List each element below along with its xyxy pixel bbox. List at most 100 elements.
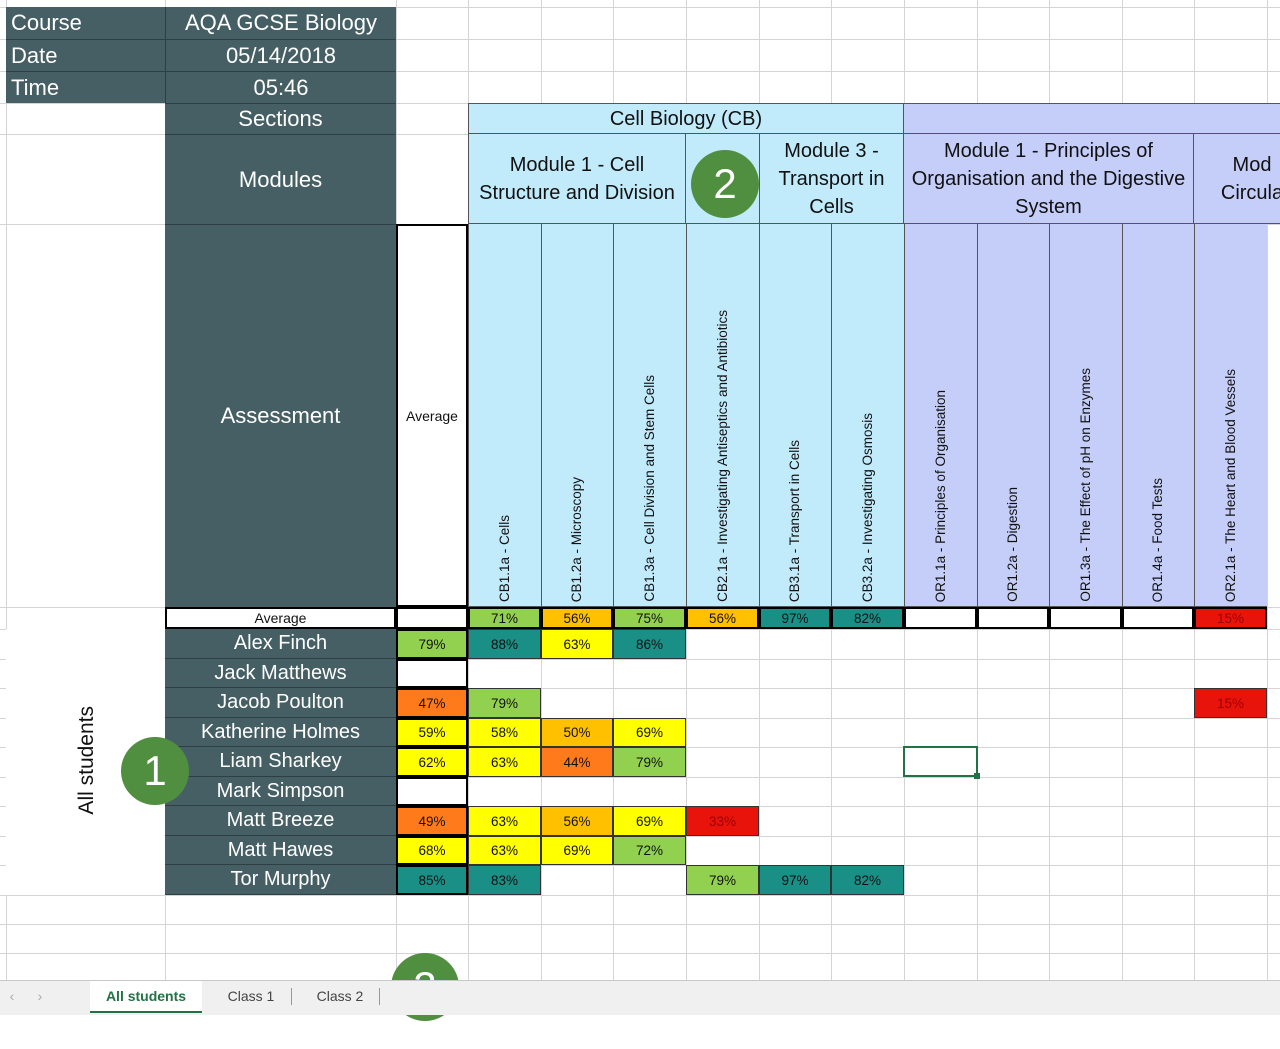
assessment-header-6: CB3.2a - Investigating Osmosis	[831, 224, 904, 607]
selected-cell[interactable]	[903, 746, 978, 777]
score-cell[interactable]: 72%	[613, 836, 686, 865]
score-cell[interactable]: 69%	[613, 718, 686, 747]
tab-class-1[interactable]: Class 1	[212, 981, 290, 1011]
column-average-cell[interactable]	[1049, 607, 1122, 629]
student-name: Mark Simpson	[165, 777, 396, 806]
modules-label: Modules	[165, 134, 396, 224]
module-or2: Mod Circula	[1194, 134, 1280, 224]
student-average-cell[interactable]	[396, 659, 468, 688]
assessment-header-text: OR1.4a - Food Tests	[1150, 477, 1165, 602]
column-average-cell[interactable]: 15%	[1194, 607, 1267, 629]
column-average-cell[interactable]	[904, 607, 977, 629]
score-cell[interactable]: 69%	[541, 836, 613, 865]
assessment-header-text: OR1.2a - Digestion	[1005, 487, 1020, 602]
grid-row-line	[0, 953, 1280, 954]
student-average-cell[interactable]: 85%	[396, 865, 468, 895]
column-average-cell[interactable]	[977, 607, 1049, 629]
assessment-header-text: CB2.1a - Investigating Antiseptics and A…	[715, 310, 730, 602]
score-cell[interactable]: 69%	[613, 806, 686, 836]
student-average-cell[interactable]: 79%	[396, 629, 468, 659]
section-cell-biology: Cell Biology (CB)	[468, 103, 904, 134]
tab-scroll-left-icon[interactable]: ‹	[2, 981, 22, 1011]
score-cell[interactable]: 63%	[541, 629, 613, 659]
assessment-header-text: CB3.1a - Transport in Cells	[787, 439, 802, 602]
student-average-cell[interactable]: 68%	[396, 836, 468, 865]
assessment-header-7: OR1.1a - Principles of Organisation	[904, 224, 977, 607]
course-value: AQA GCSE Biology	[165, 7, 396, 39]
grid-row-line	[0, 895, 1280, 896]
score-cell[interactable]: 56%	[541, 806, 613, 836]
score-cell[interactable]: 79%	[468, 688, 541, 718]
assessment-header-text: CB1.2a - Microscopy	[569, 476, 584, 602]
date-label: Date	[6, 39, 165, 71]
column-average-cell[interactable]: 82%	[831, 607, 904, 629]
assessment-header-10: OR1.4a - Food Tests	[1122, 224, 1194, 607]
score-cell[interactable]: 79%	[686, 865, 759, 895]
student-average-cell[interactable]: 59%	[396, 718, 468, 747]
student-name: Katherine Holmes	[165, 718, 396, 747]
student-name: Tor Murphy	[165, 865, 396, 895]
score-cell[interactable]: 63%	[468, 836, 541, 865]
column-average-cell[interactable]: 56%	[686, 607, 759, 629]
assessment-header-text: OR1.1a - Principles of Organisation	[933, 389, 948, 602]
student-average-cell[interactable]: 62%	[396, 747, 468, 777]
sheet-tab-bar: ‹ › All students Class 1 Class 2	[0, 980, 1280, 1015]
score-cell[interactable]: 15%	[1194, 688, 1267, 718]
module-or1: Module 1 - Principles of Organisation an…	[904, 134, 1194, 224]
tab-all-students[interactable]: All students	[90, 981, 202, 1013]
assessment-header-5: CB3.1a - Transport in Cells	[759, 224, 831, 607]
score-cell[interactable]: 83%	[468, 865, 541, 895]
score-cell[interactable]: 63%	[468, 806, 541, 836]
student-name: Liam Sharkey	[165, 747, 396, 777]
student-average-cell[interactable]: 49%	[396, 806, 468, 836]
assessment-header-9: OR1.3a - The Effect of pH on Enzymes	[1049, 224, 1122, 607]
student-average-cell[interactable]: 47%	[396, 688, 468, 718]
assessment-header-text: OR1.3a - The Effect of pH on Enzymes	[1078, 368, 1093, 602]
tab-separator	[379, 988, 380, 1005]
score-cell[interactable]: 63%	[468, 747, 541, 777]
score-cell[interactable]: 33%	[686, 806, 759, 836]
section-organisation	[904, 103, 1280, 134]
score-cell[interactable]: 82%	[831, 865, 904, 895]
score-cell[interactable]: 44%	[541, 747, 613, 777]
assessment-header-2: CB1.2a - Microscopy	[541, 224, 613, 607]
assessment-header-3: CB1.3a - Cell Division and Stem Cells	[613, 224, 686, 607]
tab-class-2[interactable]: Class 2	[300, 981, 380, 1011]
tab-separator	[291, 988, 292, 1005]
module-cb1: Module 1 - Cell Structure and Division	[468, 134, 686, 224]
date-value: 05/14/2018	[165, 39, 396, 71]
score-cell[interactable]: 88%	[468, 629, 541, 659]
column-average-cell[interactable]: 97%	[759, 607, 831, 629]
student-name: Alex Finch	[165, 629, 396, 659]
sections-label: Sections	[165, 103, 396, 134]
score-cell[interactable]: 50%	[541, 718, 613, 747]
assessment-header-text: CB1.3a - Cell Division and Stem Cells	[642, 375, 657, 602]
group-label-wrapper: All students	[72, 660, 102, 860]
average-row-label: Average	[165, 607, 396, 629]
score-cell[interactable]: 97%	[759, 865, 831, 895]
column-average-cell[interactable]: 71%	[468, 607, 541, 629]
score-cell[interactable]: 58%	[468, 718, 541, 747]
group-label: All students	[75, 705, 98, 815]
score-cell[interactable]: 86%	[613, 629, 686, 659]
callout-2-badge: 2	[691, 150, 759, 218]
column-average-cell[interactable]: 75%	[613, 607, 686, 629]
average-row-average-cell[interactable]	[396, 607, 468, 629]
assessment-header-8: OR1.2a - Digestion	[977, 224, 1049, 607]
time-value: 05:46	[165, 71, 396, 103]
assessment-header-1: CB1.1a - Cells	[468, 224, 541, 607]
score-cell[interactable]: 79%	[613, 747, 686, 777]
student-name: Jacob Poulton	[165, 688, 396, 718]
student-name: Matt Breeze	[165, 806, 396, 836]
module-cb3: Module 3 - Transport in Cells	[759, 134, 904, 224]
tab-scroll-right-icon[interactable]: ›	[30, 981, 50, 1011]
assessment-header-text: OR2.1a - The Heart and Blood Vessels	[1223, 368, 1238, 602]
assessment-label: Assessment	[165, 224, 396, 607]
column-average-cell[interactable]	[1122, 607, 1194, 629]
fill-handle[interactable]	[974, 773, 980, 779]
assessment-header-text: CB1.1a - Cells	[497, 514, 512, 602]
time-label: Time	[6, 71, 165, 103]
column-average-cell[interactable]: 56%	[541, 607, 613, 629]
student-average-cell[interactable]	[396, 777, 468, 806]
student-name: Jack Matthews	[165, 659, 396, 688]
